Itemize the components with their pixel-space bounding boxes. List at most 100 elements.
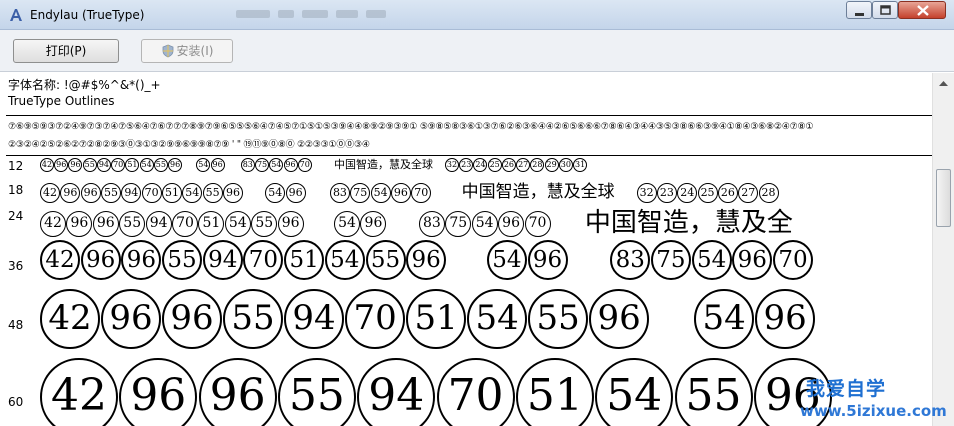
size-label: 36 bbox=[8, 259, 24, 273]
circled-glyph: 55 bbox=[202, 182, 223, 203]
circled-glyph: 54 bbox=[694, 289, 755, 349]
circled-glyph: 96 bbox=[732, 240, 773, 280]
font-preview-area: 字体名称: !@#$%^&*()_+ TrueType Outlines ⑦⑥⑨… bbox=[0, 73, 932, 426]
window-title: Endylau (TrueType) bbox=[30, 8, 145, 22]
circled-glyph: 96 bbox=[119, 358, 198, 426]
watermark-url: www.5izixue.com bbox=[800, 402, 947, 420]
circled-glyph: 54 bbox=[182, 182, 203, 203]
circled-glyph: 54 bbox=[486, 240, 527, 280]
font-app-icon bbox=[10, 9, 22, 21]
font-outline-type: TrueType Outlines bbox=[8, 94, 115, 108]
circled-glyph: 27 bbox=[738, 182, 759, 203]
minimize-icon bbox=[855, 13, 864, 16]
circled-glyph: 75 bbox=[350, 182, 371, 203]
close-icon bbox=[917, 5, 929, 16]
circled-glyph: 83 bbox=[329, 182, 350, 203]
circled-glyph: 54 bbox=[196, 158, 211, 172]
circled-glyph: 54 bbox=[691, 240, 732, 280]
circled-glyph: 55 bbox=[277, 358, 356, 426]
circled-glyph: 26 bbox=[717, 182, 738, 203]
circled-glyph: 42 bbox=[40, 289, 100, 349]
circled-glyph: 96 bbox=[54, 158, 69, 172]
circled-glyph: 55 bbox=[82, 158, 97, 172]
circled-glyph: 96 bbox=[162, 289, 223, 349]
circled-glyph: 25 bbox=[487, 158, 502, 172]
circled-glyph: 70 bbox=[345, 289, 406, 349]
circled-glyph: 96 bbox=[589, 289, 650, 349]
circled-glyph: 70 bbox=[411, 182, 432, 203]
divider bbox=[6, 115, 932, 116]
print-button[interactable]: 打印(P) bbox=[13, 39, 119, 63]
circled-glyph: 96 bbox=[222, 182, 243, 203]
size-label: 24 bbox=[8, 209, 24, 223]
circled-glyph: 31 bbox=[573, 158, 588, 172]
maximize-icon bbox=[880, 5, 891, 15]
circled-glyph: 96 bbox=[390, 182, 411, 203]
circled-glyph: 96 bbox=[198, 358, 277, 426]
circled-glyph: 42 bbox=[40, 240, 80, 280]
sample-text: 42 96 96 55 94 70 51 54 55 96 bbox=[40, 353, 833, 426]
circled-glyph: 96 bbox=[527, 240, 568, 280]
circled-glyph: 96 bbox=[283, 158, 298, 172]
close-button[interactable] bbox=[898, 1, 946, 19]
circled-glyph: 27 bbox=[516, 158, 531, 172]
circled-glyph: 96 bbox=[755, 289, 816, 349]
circled-glyph: 55 bbox=[223, 289, 284, 349]
scroll-up-icon[interactable] bbox=[936, 76, 951, 91]
sample-text: 42 96 96 55 94 70 51 54 55 96 54 96 83 75 54 96 70 bbox=[40, 234, 814, 280]
circled-glyph: 55 bbox=[528, 289, 589, 349]
circled-glyph: 75 bbox=[255, 158, 270, 172]
circled-glyph: 55 bbox=[153, 158, 168, 172]
circled-glyph: 96 bbox=[68, 158, 83, 172]
circled-glyph: 29 bbox=[544, 158, 559, 172]
sample-text: 42 96 96 55 94 70 51 54 55 96 54 96 83 75 54 96 70 中国智造，慧… bbox=[40, 177, 779, 203]
circled-glyph: 70 bbox=[773, 240, 813, 280]
title-bar[interactable]: Endylau (TrueType) bbox=[0, 0, 954, 30]
size-label: 48 bbox=[8, 318, 24, 332]
circled-glyph: 94 bbox=[96, 158, 111, 172]
circled-glyph: 42 bbox=[40, 158, 54, 172]
circled-glyph: 30 bbox=[558, 158, 573, 172]
size-label: 12 bbox=[8, 159, 24, 173]
sample-text: 42 96 96 55 94 70 51 54 55 96 54 96 bbox=[40, 283, 816, 349]
install-label: 安装(I) bbox=[176, 44, 214, 58]
circled-glyph: 96 bbox=[406, 240, 447, 280]
circled-glyph: 94 bbox=[121, 182, 142, 203]
size-label: 18 bbox=[8, 183, 24, 197]
circled-glyph: 51 bbox=[161, 182, 182, 203]
circled-glyph: 70 bbox=[297, 158, 312, 172]
maximize-button[interactable] bbox=[872, 1, 898, 19]
circled-glyph: 94 bbox=[284, 289, 345, 349]
circled-glyph: 83 bbox=[240, 158, 255, 172]
blurred-taskbar-text bbox=[236, 7, 406, 21]
circled-glyph: 55 bbox=[674, 358, 753, 426]
circled-glyph: 24 bbox=[473, 158, 488, 172]
circled-glyph: 96 bbox=[101, 289, 162, 349]
circled-glyph: 54 bbox=[370, 182, 391, 203]
circled-glyph: 96 bbox=[168, 158, 183, 172]
cjk-sample: 中国智造，慧及全球 bbox=[461, 182, 615, 202]
circled-glyph: 94 bbox=[357, 358, 436, 426]
circled-glyph: 96 bbox=[60, 182, 81, 203]
circled-glyph: 96 bbox=[121, 240, 162, 280]
circled-glyph: 25 bbox=[697, 182, 718, 203]
scroll-thumb[interactable] bbox=[936, 169, 951, 227]
circled-glyph: 26 bbox=[501, 158, 516, 172]
install-button[interactable]: 安装(I) bbox=[141, 39, 233, 63]
circled-glyph: 96 bbox=[285, 182, 306, 203]
uac-shield-icon bbox=[162, 44, 173, 58]
circled-glyph: 96 bbox=[80, 182, 101, 203]
minimize-button[interactable] bbox=[846, 1, 872, 19]
circled-glyph: 28 bbox=[758, 182, 779, 203]
circled-glyph: 83 bbox=[610, 240, 651, 280]
site-watermark: 我爱自学 www.5izixue.com bbox=[800, 372, 950, 424]
watermark-logo-text: 我爱自学 bbox=[806, 378, 887, 400]
circled-glyph: 51 bbox=[284, 240, 325, 280]
circled-glyph: 54 bbox=[265, 182, 286, 203]
circled-glyph: 54 bbox=[139, 158, 154, 172]
cjk-sample: 中国智造，慧及全球 bbox=[333, 158, 433, 171]
circled-glyph: 51 bbox=[125, 158, 140, 172]
circled-glyph: 32 bbox=[636, 182, 657, 203]
circled-glyph: 55 bbox=[162, 240, 203, 280]
circled-glyph: 28 bbox=[530, 158, 545, 172]
